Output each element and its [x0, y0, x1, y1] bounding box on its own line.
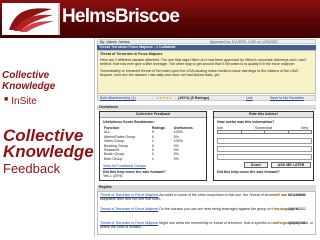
collective-feedback-heading: Collective Feedback	[100, 112, 206, 118]
reply-stars-icon: ★★★★	[274, 193, 287, 197]
reply-link[interactable]: Threat of Terrorism in Force Majeure	[100, 207, 158, 211]
scale-tick	[241, 131, 242, 134]
app-header: HelmsBriscoe	[0, 0, 320, 38]
save-favorites-link[interactable]: Save to My Favorites	[270, 96, 304, 101]
rate-sale-forward-question: Did this help move the sale forward?	[217, 170, 280, 174]
scale-tick	[264, 131, 265, 134]
score-breakdown-label: Usefulness Score Breakdown:	[103, 120, 155, 124]
link-action[interactable]: Link	[246, 96, 253, 101]
bullet-icon: ■	[4, 96, 9, 103]
rate-buttons: Done! ASK ME LATER	[244, 162, 312, 168]
logo	[2, 3, 60, 35]
usefulness-cell: 0%	[173, 156, 179, 161]
reply-stars-icon: ★★★★	[274, 207, 287, 211]
rate-advice-panel: Rate this Advice! How useful was this in…	[213, 111, 314, 181]
feedback-screenshot: By: Valerie Jaimes Approved by: ELVERS, …	[94, 38, 317, 237]
usefulness-scale[interactable]: Not Somewhat Very	[217, 126, 312, 134]
reply-stars-icon: ★★★	[277, 221, 287, 225]
sidebar-title: Collective Knowledge	[2, 70, 56, 92]
comment-field[interactable]	[217, 138, 312, 144]
usefulness-section-label: Usefulness	[99, 105, 119, 109]
rate-advice-heading: Rate this Advice!	[214, 112, 313, 118]
brand-name: HelmsBriscoe	[62, 6, 180, 27]
ask-me-later-button[interactable]: ASK ME LATER	[271, 162, 311, 168]
message-line: Here are 2 different clauses attached. T…	[100, 58, 307, 67]
sale-forward-value: Yes 1 (20%)	[103, 174, 123, 178]
comment-field[interactable]	[217, 146, 312, 152]
reply-date: 12/19/2002	[288, 207, 306, 211]
section-title: Collective Knowledge	[3, 126, 94, 161]
scale-track[interactable]	[217, 130, 312, 134]
list-item: Threat of Terrorism in Force Majeure As …	[100, 193, 314, 206]
replies-section-label: Replies	[99, 185, 112, 189]
list-item: Threat of Terrorism in Force Majeure Mig…	[100, 221, 314, 234]
comment-field[interactable]	[217, 154, 312, 160]
score-breakdown-table: Function Ratings Usefulness ALL 5 100% A…	[103, 126, 203, 161]
table-row: Both Group 1 0%	[103, 157, 203, 161]
sidebar-bullet: ■ InSite	[4, 96, 37, 107]
approval-label: Approved by: ELVERS, LISE on 12/6/2002	[210, 40, 278, 44]
message-line: "Immediately or imminent threat of Terro…	[100, 68, 300, 77]
author-label: By: Valerie Jaimes	[100, 40, 130, 44]
message-line: Threat of Terrorism in Force Majeure	[100, 52, 163, 56]
sale-forward-summary: Did this help move the sale forward? Yes…	[103, 170, 203, 178]
rating-label: (100%) (5 Ratings)	[178, 96, 210, 100]
usefulness-section-bar: Usefulness	[97, 105, 316, 110]
thread-message: Threat of Terrorism in Force Majeure Her…	[97, 50, 316, 94]
reply-date: 12/18/2002	[288, 193, 306, 197]
rating-stars-icon: ★★★★★	[156, 96, 173, 100]
scale-tick	[288, 131, 289, 134]
collective-feedback-panel: Collective Feedback Usefulness Score Bre…	[99, 111, 207, 181]
view-groups-link[interactable]: View All Functional Groups	[103, 164, 146, 168]
replies-list: Threat of Terrorism in Force Majeure As …	[97, 191, 316, 235]
reply-date: 12/23/2002	[288, 221, 306, 225]
rate-question: How useful was this information?	[217, 120, 275, 124]
thread-actions: Bold Attachment(s) (1) ★★★★★ (100%) (5 R…	[97, 95, 316, 101]
ratings-cell: 1	[151, 156, 154, 161]
attachment-link[interactable]: Bold Attachment(s) (1)	[100, 96, 136, 101]
thread-meta-strip: By: Valerie Jaimes Approved by: ELVERS, …	[97, 39, 316, 44]
list-item: Threat of Terrorism in Force Majeure Do …	[100, 207, 314, 220]
done-button[interactable]: Done!	[244, 162, 268, 168]
function-cell: Both Group	[104, 156, 123, 161]
section-subtitle: Feedback	[3, 161, 61, 176]
sidebar-bullet-label: InSite	[11, 96, 37, 107]
logo-icon	[9, 8, 54, 32]
